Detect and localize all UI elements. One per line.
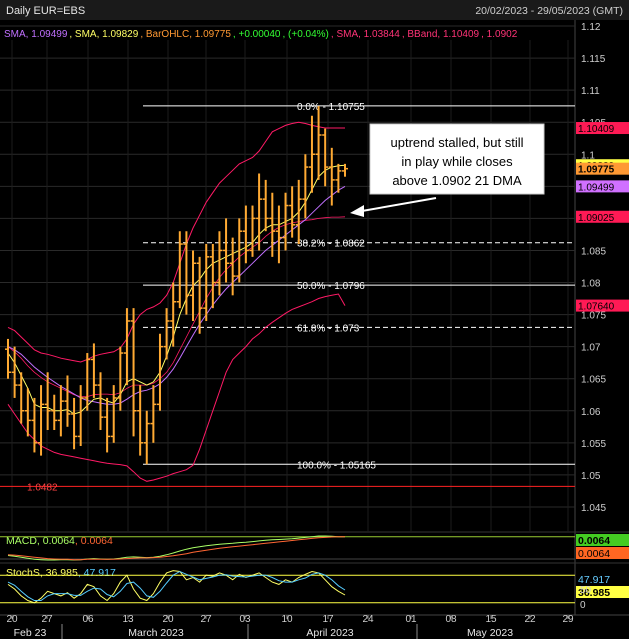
annotation-line-2: in play while closes — [401, 154, 513, 169]
date-range: 20/02/2023 - 29/05/2023 (GMT) — [475, 5, 623, 17]
y-tick-label: 1.12 — [581, 22, 601, 33]
annotation-line-1: uptrend stalled, but still — [391, 135, 524, 150]
price-tag-text: 1.09499 — [578, 182, 615, 193]
legend-item: , SMA, 1.03844 — [331, 29, 400, 40]
y-tick-label: 1.08 — [581, 279, 601, 290]
stoch-axis-0: 0 — [580, 600, 586, 611]
x-month-label: Feb 23 — [14, 627, 47, 639]
legend-item: , +0.00040 — [233, 29, 281, 40]
chart-title: Daily EUR=EBS — [6, 5, 85, 17]
y-tick-label: 1.065 — [581, 375, 606, 386]
x-month-label: March 2023 — [128, 627, 184, 639]
chart-canvas[interactable]: Daily EUR=EBS 20/02/2023 - 29/05/2023 (G… — [0, 0, 629, 639]
x-month-label: May 2023 — [467, 627, 513, 639]
price-tag-text: 1.09775 — [578, 165, 615, 176]
x-tick-label: 27 — [41, 614, 53, 625]
macd-tag-1-text: 0.0064 — [578, 535, 610, 547]
x-tick-label: 08 — [445, 614, 457, 625]
fib-label: 0.0% - 1.10755 — [297, 102, 365, 113]
legend-item: SMA, 1.09499 — [4, 29, 68, 40]
y-tick-label: 1.11 — [581, 86, 600, 97]
price-tag-text: 1.07640 — [578, 302, 615, 313]
price-tag-text: 1.09025 — [578, 213, 615, 224]
x-tick-label: 22 — [524, 614, 536, 625]
annotation-line-3: above 1.0902 21 DMA — [392, 173, 522, 188]
legend-item: , SMA, 1.09829 — [69, 29, 138, 40]
x-tick-label: 20 — [162, 614, 174, 625]
y-tick-label: 1.07 — [581, 343, 601, 354]
x-tick-label: 29 — [562, 614, 574, 625]
support-hline-label: 1.0482 — [27, 482, 58, 493]
stoch-axis-50: 50 — [580, 585, 592, 596]
x-month-label: April 2023 — [306, 627, 353, 639]
x-tick-label: 24 — [362, 614, 374, 625]
price-tag-text: 1.10409 — [578, 124, 615, 135]
macd-tag-2-text: 0.0064 — [578, 548, 610, 560]
chart-window: Daily EUR=EBS 20/02/2023 - 29/05/2023 (G… — [0, 0, 629, 639]
y-tick-label: 1.045 — [581, 503, 606, 514]
y-tick-label: 1.05 — [581, 471, 601, 482]
x-tick-label: 03 — [239, 614, 251, 625]
fib-label: 38.2% - 1.0862 — [297, 239, 365, 250]
fib-label: 100.0% - 1.05165 — [297, 460, 376, 471]
x-tick-label: 17 — [322, 614, 334, 625]
legend-item: , (+0.04%) — [282, 29, 328, 40]
fib-label: 61.8% - 1.073 — [297, 323, 360, 334]
y-tick-label: 1.055 — [581, 439, 606, 450]
x-tick-label: 13 — [122, 614, 134, 625]
y-tick-label: 1.085 — [581, 246, 606, 257]
x-tick-label: 06 — [82, 614, 94, 625]
legend-item: , BBand, 1.10409 — [402, 29, 480, 40]
x-tick-label: 10 — [281, 614, 293, 625]
x-tick-label: 27 — [200, 614, 212, 625]
x-tick-label: 01 — [405, 614, 417, 625]
legend-item: , 1.0902 — [481, 29, 518, 40]
fib-label: 50.0% - 1.0796 — [297, 281, 365, 292]
y-tick-label: 1.115 — [581, 54, 606, 65]
x-tick-label: 20 — [6, 614, 18, 625]
stoch-legend: StochS, 36.985, 47.917 — [6, 567, 116, 579]
y-tick-label: 1.06 — [581, 407, 601, 418]
legend-item: , BarOHLC, 1.09775 — [140, 29, 231, 40]
x-tick-label: 15 — [485, 614, 497, 625]
indicator-legend: SMA, 1.09499, SMA, 1.09829, BarOHLC, 1.0… — [4, 29, 518, 40]
